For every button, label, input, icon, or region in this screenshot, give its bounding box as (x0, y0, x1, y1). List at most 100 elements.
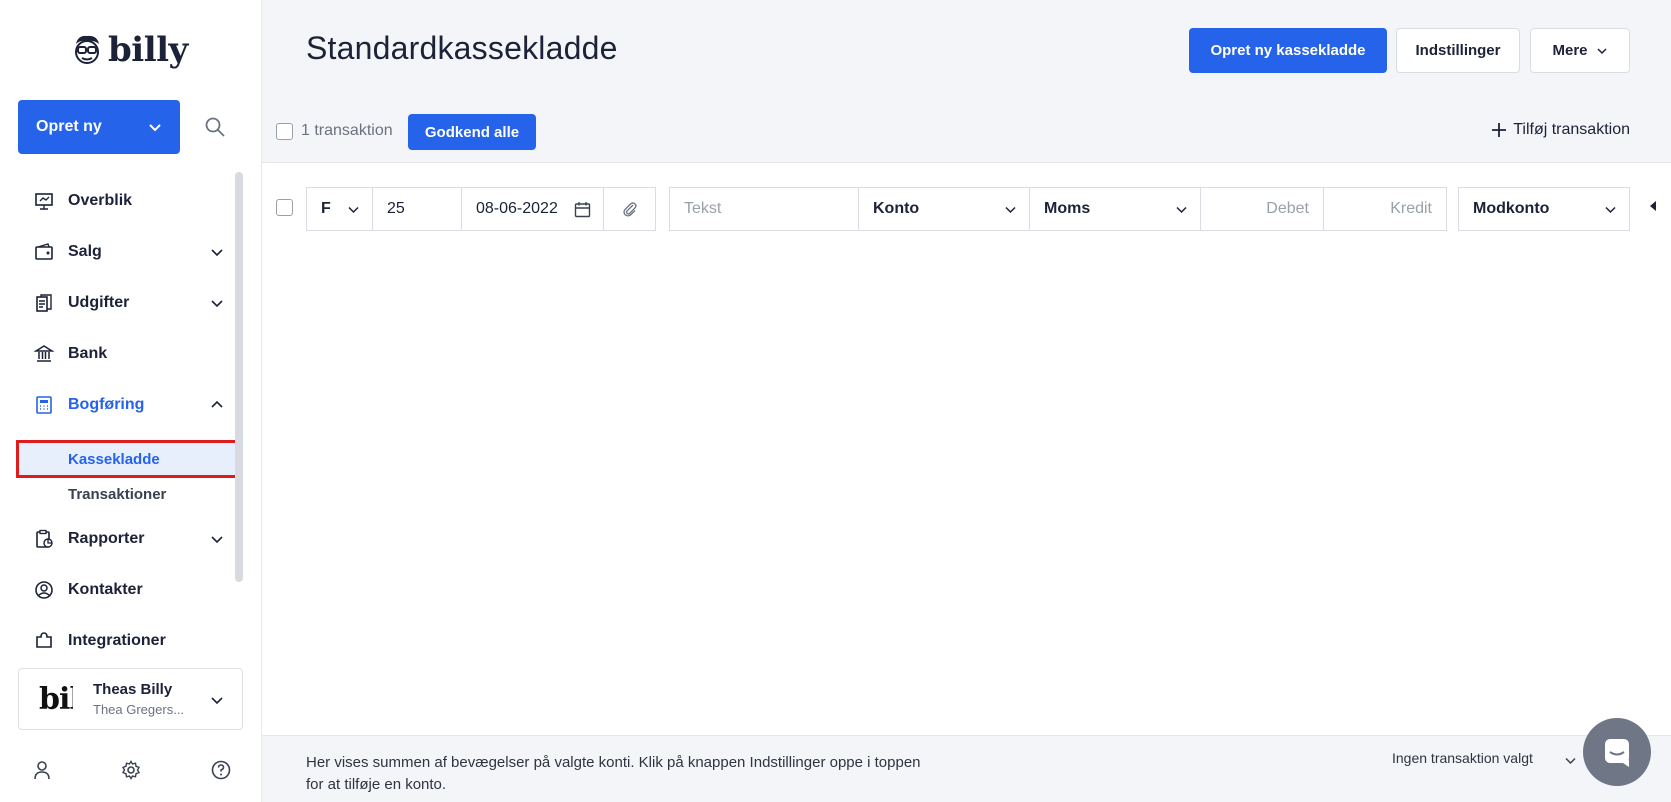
summary-footer: Her vises summen af bevægelser på valgte… (262, 735, 1671, 802)
chevron-down-icon (1596, 47, 1607, 54)
sidebar-item-bogforing[interactable]: Bogføring (34, 390, 224, 420)
settings-button[interactable] (121, 760, 141, 780)
user-circle-icon (35, 581, 53, 599)
footer-info-text: Her vises summen af bevægelser på valgte… (306, 754, 921, 793)
sidebar: billy Opret ny Overblik Salg Udgifter Ba… (0, 0, 262, 802)
sidebar-item-label: Integrationer (68, 632, 166, 649)
debit-field[interactable]: Debet (1200, 187, 1324, 231)
puzzle-icon (36, 632, 52, 648)
help-button[interactable] (211, 760, 231, 780)
sidebar-item-label: Overblik (68, 192, 133, 209)
text-placeholder: Tekst (684, 200, 722, 217)
add-transaction-label: Tilføj transaktion (1513, 121, 1630, 138)
sidebar-item-label: Rapporter (68, 530, 145, 547)
organization-user: Thea Gregers... (93, 702, 185, 717)
sidebar-item-label: Salg (68, 243, 102, 260)
sidebar-item-rapporter[interactable]: Rapporter (34, 524, 224, 554)
main-content: Standardkassekladde Opret ny kassekladde… (262, 0, 1671, 802)
date-field[interactable]: 08-06-2022 (461, 187, 604, 231)
chevron-down-icon (1176, 206, 1187, 214)
sidebar-item-bank[interactable]: Bank (34, 339, 224, 369)
billy-mascot-icon (75, 35, 99, 64)
search-button[interactable] (204, 116, 228, 140)
create-new-label: Opret ny (36, 118, 102, 135)
text-field[interactable]: Tekst (669, 187, 859, 231)
transaction-count-label: 1 transaktion (301, 122, 393, 139)
chevron-down-icon (1005, 206, 1016, 214)
chevron-down-icon[interactable] (1564, 754, 1577, 767)
presentation-board-icon (35, 193, 53, 210)
page-title: Standardkassekladde (306, 30, 618, 66)
help-circle-icon (211, 760, 231, 780)
sidebar-subitem-transaktioner[interactable]: Transaktioner (18, 477, 236, 511)
transaction-count: 1 transaktion (276, 122, 393, 140)
search-icon (205, 117, 225, 137)
vat-select[interactable]: Moms (1029, 187, 1201, 231)
chevron-down-icon (1605, 206, 1616, 214)
credit-field[interactable]: Kredit (1323, 187, 1447, 231)
plus-icon (1492, 123, 1507, 137)
chevron-up-icon (211, 400, 223, 408)
chevron-down-icon (211, 300, 223, 308)
date-value: 08-06-2022 (476, 200, 558, 217)
calculator-icon (36, 396, 52, 414)
logo-text: billy (108, 30, 188, 70)
user-icon (34, 761, 50, 780)
sidebar-item-label: Udgifter (68, 294, 130, 311)
chevron-down-icon (211, 249, 223, 257)
gear-icon (121, 760, 141, 780)
more-menu-label: Mere (1552, 42, 1588, 59)
billy-logo[interactable]: billy (72, 30, 188, 70)
sidebar-item-label: Kontakter (68, 581, 143, 598)
add-transaction-button[interactable]: Tilføj transaktion (1491, 121, 1630, 139)
create-journal-button[interactable]: Opret ny kassekladde (1189, 28, 1387, 73)
sidebar-item-label: Bogføring (68, 396, 145, 413)
calendar-icon (574, 202, 591, 218)
create-new-button[interactable]: Opret ny (18, 100, 180, 154)
chat-widget-button[interactable] (1583, 718, 1651, 786)
account-select[interactable]: Konto (858, 187, 1030, 231)
sidebar-subitem-label: Kassekladde (68, 450, 160, 468)
page-header: Standardkassekladde Opret ny kassekladde… (262, 0, 1671, 163)
chevron-down-icon (348, 206, 359, 214)
organization-name: Theas Billy (93, 681, 173, 698)
sidebar-nav: Overblik Salg Udgifter Bank Bogføring Ka… (0, 172, 240, 650)
sidebar-subitem-kassekladde[interactable]: Kassekladde (16, 440, 238, 478)
scroll-left-arrow-icon[interactable] (1650, 201, 1656, 211)
chevron-down-icon (211, 697, 223, 705)
vat-value: Moms (1044, 200, 1091, 217)
profile-button[interactable] (32, 760, 52, 780)
number-value: 25 (387, 200, 405, 217)
credit-placeholder: Kredit (1390, 200, 1432, 217)
sidebar-item-udgifter[interactable]: Udgifter (34, 288, 224, 318)
sidebar-scrollbar[interactable] (235, 172, 243, 582)
select-all-checkbox[interactable] (276, 122, 293, 140)
bank-icon (34, 345, 54, 362)
sidebar-item-overblik[interactable]: Overblik (34, 186, 224, 216)
sidebar-item-kontakter[interactable]: Kontakter (34, 575, 224, 605)
selection-status: Ingen transaktion valgt (1392, 750, 1533, 766)
account-value: Konto (873, 200, 920, 217)
wallet-icon (35, 243, 53, 260)
sidebar-item-label: Bank (68, 345, 108, 362)
organization-logo: billy (39, 681, 73, 717)
clipboard-chart-icon (36, 529, 53, 548)
chat-icon (1605, 739, 1629, 767)
debit-placeholder: Debet (1266, 200, 1309, 217)
sidebar-subitem-label: Transaktioner (68, 485, 167, 503)
attachment-button[interactable] (603, 187, 656, 231)
contra-account-value: Modkonto (1473, 200, 1550, 217)
settings-button[interactable]: Indstillinger (1396, 28, 1520, 73)
type-select[interactable]: F (306, 187, 373, 231)
paperclip-icon (622, 202, 637, 217)
more-menu-button[interactable]: Mere (1530, 28, 1630, 73)
contra-account-select[interactable]: Modkonto (1458, 187, 1630, 231)
row-checkbox[interactable] (276, 199, 293, 216)
organization-switcher[interactable]: billy Theas Billy Thea Gregers... (18, 668, 243, 730)
sidebar-item-integrationer[interactable]: Integrationer (34, 626, 224, 650)
chevron-down-icon (211, 536, 223, 544)
sidebar-item-salg[interactable]: Salg (34, 237, 224, 267)
receipts-icon (36, 294, 52, 312)
number-field[interactable]: 25 (372, 187, 462, 231)
approve-all-button[interactable]: Godkend alle (408, 114, 536, 150)
